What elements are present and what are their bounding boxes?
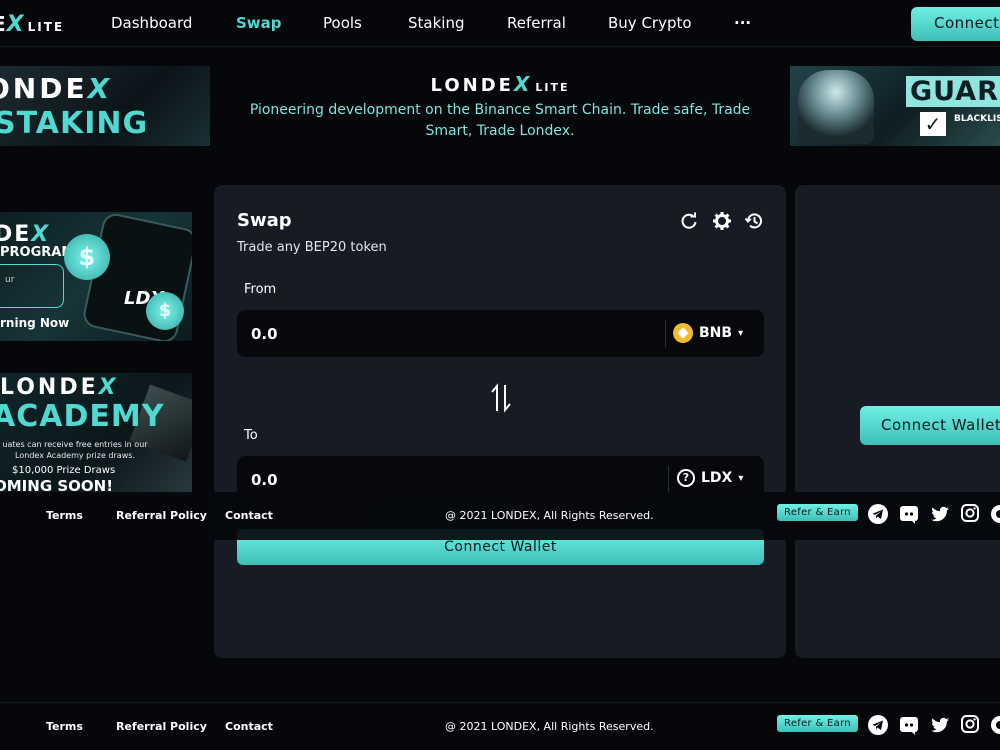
nav-buy-crypto[interactable]: Buy Crypto [608, 14, 692, 32]
swap-title: Swap [237, 210, 292, 231]
bnb-icon [673, 323, 693, 343]
refer-earn-button[interactable]: Refer & Earn [777, 715, 858, 732]
connect-wallet-side-button[interactable]: Connect Wallet [860, 406, 1000, 445]
guardian-banner[interactable]: GUARDIA ✓ BLACKLIST [790, 66, 1000, 146]
from-field[interactable]: 0.0 BNB ▾ [237, 310, 764, 357]
staking-banner[interactable]: ONDEX STAKING [0, 66, 210, 146]
from-amount-input[interactable]: 0.0 [251, 325, 278, 343]
refer-earn-button[interactable]: Refer & Earn [777, 504, 858, 521]
telegram-icon[interactable] [868, 504, 888, 524]
footer-contact-link[interactable]: Contact [225, 720, 273, 733]
settings-gear-icon[interactable] [712, 211, 732, 231]
from-token-select[interactable]: BNB ▾ [673, 323, 743, 343]
footer-terms-link[interactable]: Terms [46, 509, 83, 522]
to-label: To [244, 428, 258, 443]
banner-logo: LONDE X LITE [430, 72, 570, 96]
floating-footer: Terms Referral Policy Contact @ 2021 LON… [0, 492, 1000, 540]
nav-swap[interactable]: Swap [236, 14, 282, 32]
nav-dashboard[interactable]: Dashboard [111, 14, 192, 32]
nav-pools[interactable]: Pools [323, 14, 362, 32]
swap-panel: Swap Trade any BEP20 token From 0.0 BNB … [214, 185, 786, 658]
banner-center: LONDE X LITE Pioneering development on the… [220, 72, 780, 142]
page-footer: Terms Referral Policy Contact @ 2021 LON… [0, 702, 1000, 750]
footer-copyright: @ 2021 LONDEX, All Rights Reserved. [445, 509, 654, 522]
nav-referral[interactable]: Referral [507, 14, 566, 32]
twitter-icon[interactable] [930, 715, 950, 735]
check-icon: ✓ [920, 112, 946, 136]
instagram-icon[interactable] [960, 714, 980, 734]
github-icon[interactable] [990, 715, 1000, 735]
instagram-icon[interactable] [960, 503, 980, 523]
to-token-select[interactable]: ? LDX ▾ [677, 469, 743, 487]
top-nav: EXLITE Dashboard Swap Pools Staking Refe… [0, 0, 1000, 47]
footer-copyright: @ 2021 LONDEX, All Rights Reserved. [445, 720, 654, 733]
telegram-icon[interactable] [868, 715, 888, 735]
chevron-down-icon: ▾ [738, 472, 744, 484]
nav-staking[interactable]: Staking [408, 14, 464, 32]
coin-icon: $ [146, 292, 184, 330]
footer-referral-policy-link[interactable]: Referral Policy [116, 509, 207, 522]
robot-image [798, 70, 874, 144]
to-amount-input[interactable]: 0.0 [251, 471, 278, 489]
discord-icon[interactable] [899, 715, 919, 735]
footer-referral-policy-link[interactable]: Referral Policy [116, 720, 207, 733]
connect-button[interactable]: Connect [911, 7, 1000, 41]
referral-program-ad[interactable]: DEX PROGRAM ur rning Now $ LDX $ [0, 212, 192, 341]
github-icon[interactable] [990, 504, 1000, 524]
nav-more-icon[interactable]: ··· [734, 14, 751, 32]
footer-terms-link[interactable]: Terms [46, 720, 83, 733]
refresh-icon[interactable] [679, 211, 699, 231]
discord-icon[interactable] [899, 504, 919, 524]
coin-icon: $ [64, 234, 110, 280]
from-label: From [244, 282, 277, 297]
swap-subtitle: Trade any BEP20 token [237, 240, 387, 255]
logo[interactable]: EXLITE [0, 12, 64, 37]
history-icon[interactable] [744, 211, 764, 231]
banner-tagline: Pioneering development on the Binance Sm… [249, 102, 751, 139]
academy-ad[interactable]: LONDEX ACADEMY uates can receive free en… [0, 373, 192, 495]
unknown-token-icon: ? [677, 469, 695, 487]
twitter-icon[interactable] [930, 504, 950, 524]
switch-tokens-icon[interactable] [489, 383, 513, 413]
chevron-down-icon: ▾ [738, 327, 744, 339]
footer-contact-link[interactable]: Contact [225, 509, 273, 522]
